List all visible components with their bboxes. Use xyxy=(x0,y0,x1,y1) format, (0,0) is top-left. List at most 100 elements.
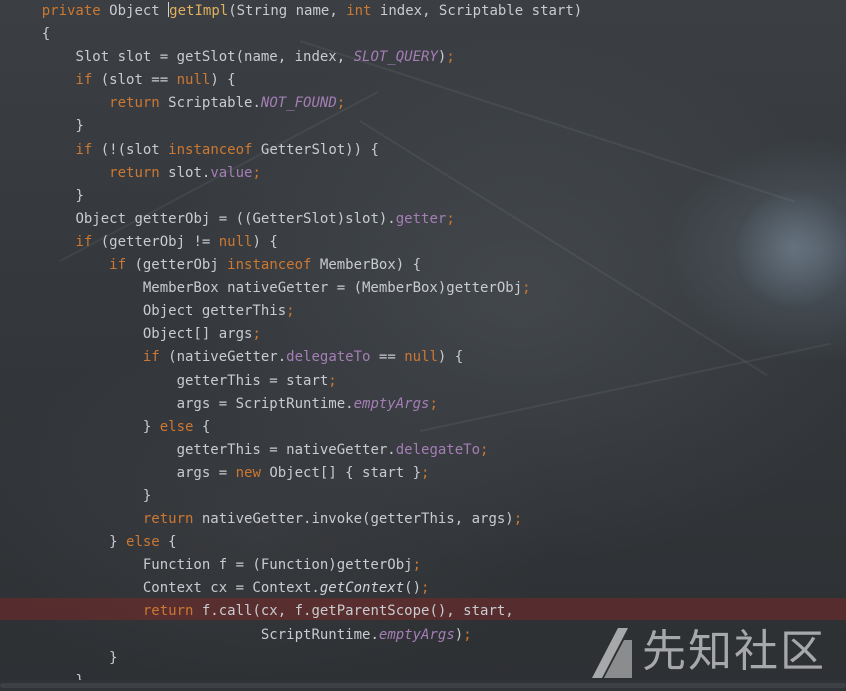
code-token: } xyxy=(142,418,160,435)
code-line[interactable]: } xyxy=(8,185,582,208)
code-area[interactable]: private Object getImpl(String name, int … xyxy=(0,0,582,691)
code-token: value xyxy=(210,164,253,181)
watermark: 先知社区 xyxy=(588,620,846,684)
code-token: return xyxy=(142,511,202,528)
code-token: ) { xyxy=(210,72,236,89)
code-line[interactable]: } else { xyxy=(8,531,582,554)
code-token: ) xyxy=(454,626,464,643)
code-token: ; xyxy=(522,280,531,297)
code-token: ; xyxy=(336,95,346,112)
code-line[interactable]: Function f = (Function)getterObj; xyxy=(8,554,582,577)
code-token: ) { xyxy=(252,233,278,250)
code-line[interactable]: Slot slot = getSlot(name, index, SLOT_QU… xyxy=(8,46,582,69)
code-line[interactable]: Object getterThis; xyxy=(8,300,582,323)
code-token: } xyxy=(109,649,118,666)
code-token: null xyxy=(218,233,253,250)
code-token: ; xyxy=(421,464,430,481)
code-token: Scriptable. xyxy=(168,95,261,112)
code-token: ; xyxy=(480,441,489,458)
code-token: emptyArgs xyxy=(378,626,455,643)
code-token: emptyArgs xyxy=(353,395,430,412)
code-token: (slot == xyxy=(100,72,177,89)
code-token: (getterObj xyxy=(134,257,228,274)
code-line[interactable]: ScriptRuntime.emptyArgs); xyxy=(8,624,582,647)
code-token: if xyxy=(109,257,135,274)
scrollbar-thumb[interactable] xyxy=(0,683,846,688)
code-token: } xyxy=(142,487,152,504)
code-token: ; xyxy=(429,395,438,412)
code-token: ; xyxy=(513,511,523,528)
code-token: new xyxy=(235,464,270,481)
code-line[interactable]: if (getterObj != null) { xyxy=(8,231,582,254)
code-token: ) { xyxy=(437,349,464,366)
code-line[interactable]: } else { xyxy=(8,416,582,439)
code-token: SLOT_QUERY xyxy=(353,49,438,66)
code-line[interactable]: Object[] args; xyxy=(8,323,582,346)
code-token: null xyxy=(176,72,211,89)
code-token: MemberBox nativeGetter = (MemberBox)gett… xyxy=(142,280,523,297)
code-line[interactable]: if (nativeGetter.delegateTo == null) { xyxy=(8,346,582,369)
code-line[interactable]: args = ScriptRuntime.emptyArgs; xyxy=(8,393,582,416)
code-token: f.call(cx, f.getParentScope(), start, xyxy=(201,603,514,620)
code-token: else xyxy=(159,418,202,435)
code-token: ; xyxy=(412,557,422,574)
code-token: } xyxy=(75,187,84,204)
horizontal-scrollbar[interactable] xyxy=(0,680,846,691)
code-line[interactable]: getterThis = start; xyxy=(8,370,582,393)
code-line[interactable]: return f.call(cx, f.getParentScope(), st… xyxy=(8,600,582,623)
code-line[interactable]: } xyxy=(8,485,582,508)
code-token: { xyxy=(201,418,211,435)
code-token: Object[] args xyxy=(142,326,253,343)
code-token: args = xyxy=(176,464,236,481)
code-token: ; xyxy=(446,49,455,66)
code-line[interactable]: args = new Object[] { start }; xyxy=(8,462,582,485)
code-token: Object getterThis xyxy=(142,303,287,320)
code-token: Context cx = Context. xyxy=(142,580,320,597)
code-line[interactable]: } xyxy=(8,647,582,670)
code-token: NOT_FOUND xyxy=(260,95,337,112)
code-token: delegateTo xyxy=(286,349,371,366)
code-token: == xyxy=(370,349,405,366)
code-line[interactable]: return slot.value; xyxy=(8,162,582,185)
code-line[interactable]: if (slot == null) { xyxy=(8,69,582,92)
code-token: ; xyxy=(421,580,430,597)
code-line[interactable]: getterThis = nativeGetter.delegateTo; xyxy=(8,439,582,462)
code-token: Function f = (Function)getterObj xyxy=(142,557,413,574)
code-line[interactable]: Object getterObj = ((GetterSlot)slot).ge… xyxy=(8,208,582,231)
code-token: return xyxy=(109,164,169,181)
code-line[interactable]: } xyxy=(8,115,582,138)
code-token: if xyxy=(142,349,169,366)
code-line[interactable]: if (getterObj instanceof MemberBox) { xyxy=(8,254,582,277)
code-token: getterThis = nativeGetter. xyxy=(176,441,396,458)
code-line[interactable]: private Object getImpl(String name, int … xyxy=(8,0,582,23)
code-line[interactable]: return nativeGetter.invoke(getterThis, a… xyxy=(8,508,582,531)
code-token: ; xyxy=(252,164,261,181)
xianzhi-logo-icon xyxy=(588,624,636,680)
code-editor[interactable]: private Object getImpl(String name, int … xyxy=(0,0,846,691)
code-token: delegateTo xyxy=(395,441,481,458)
code-line[interactable]: MemberBox nativeGetter = (MemberBox)gett… xyxy=(8,277,582,300)
code-token: Object getterObj = ((GetterSlot)slot). xyxy=(75,210,396,227)
code-line[interactable]: Context cx = Context.getContext(); xyxy=(8,577,582,600)
code-line[interactable]: return Scriptable.NOT_FOUND; xyxy=(8,92,582,115)
code-token: ScriptRuntime. xyxy=(260,626,379,643)
code-line[interactable]: if (!(slot instanceof GetterSlot)) { xyxy=(8,139,582,162)
code-token: } xyxy=(75,118,84,135)
code-token: nativeGetter.invoke(getterThis, args) xyxy=(201,511,514,528)
code-line[interactable]: { xyxy=(8,23,582,46)
code-token: if xyxy=(75,72,101,89)
